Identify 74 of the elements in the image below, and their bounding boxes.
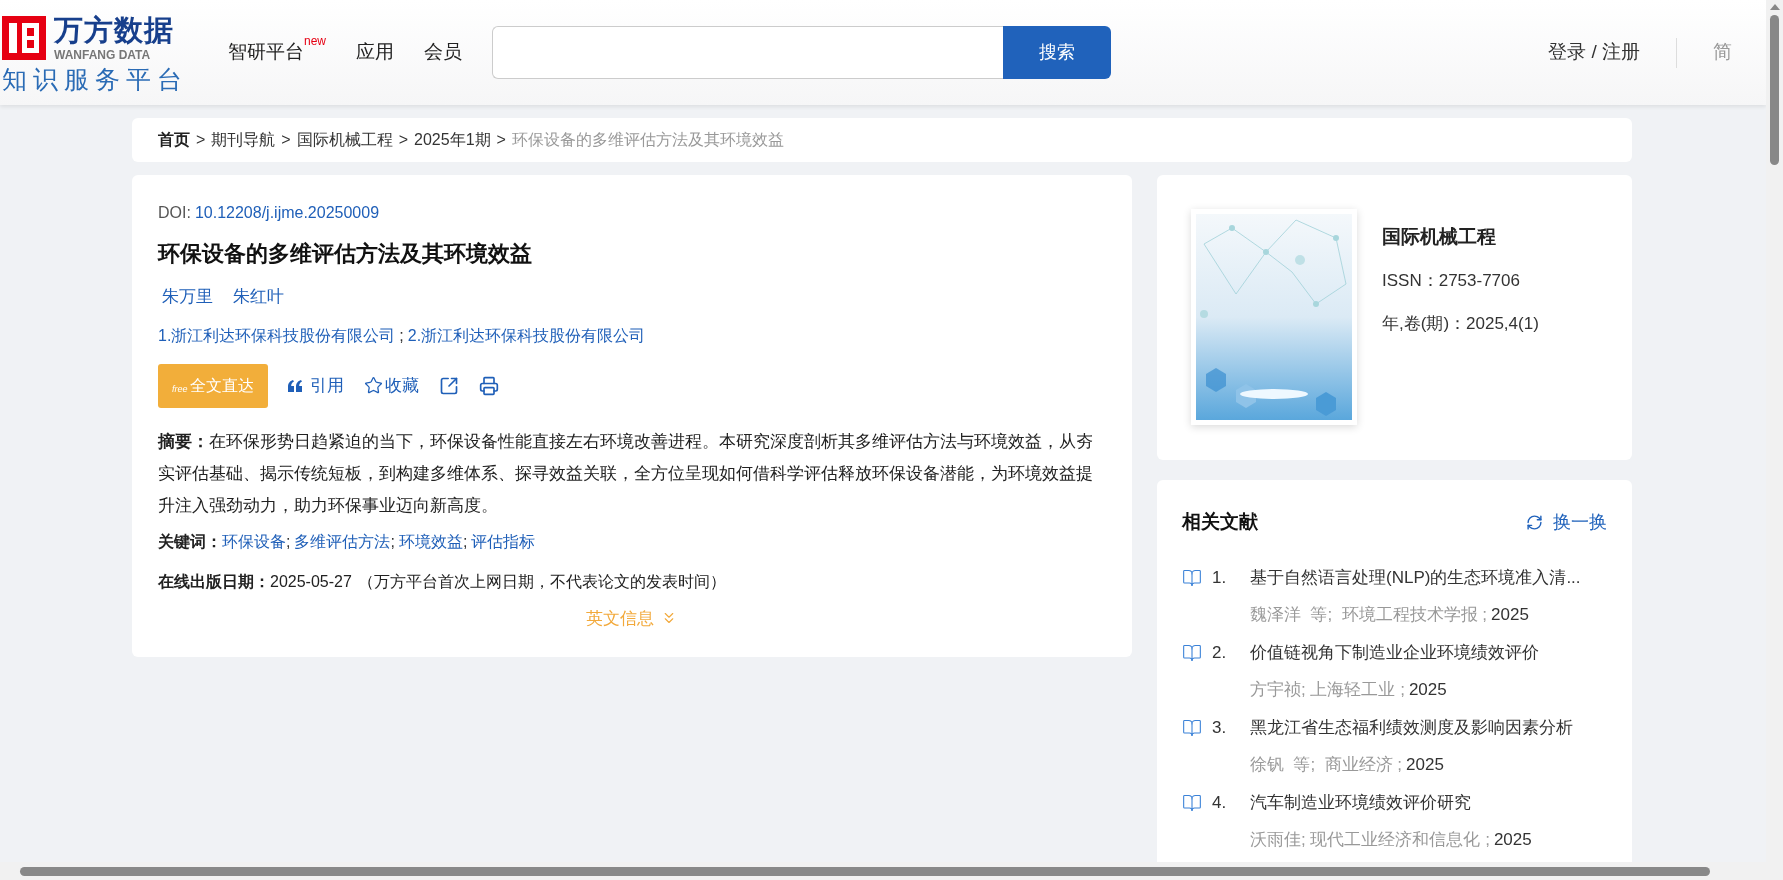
- keyword-link[interactable]: 环保设备: [222, 529, 286, 554]
- item-number: 3.: [1212, 716, 1228, 739]
- free-label: free: [172, 382, 188, 396]
- book-icon: [1182, 792, 1202, 813]
- date-note: （万方平台首次上网日期，不代表论文的发表时间）: [357, 571, 726, 592]
- related-meta: 魏泽洋 等; 环境工程技术学报 ;: [1250, 604, 1488, 627]
- date-label: 在线出版日期：: [158, 571, 270, 592]
- article-title: 环保设备的多维评估方法及其环境效益: [158, 240, 533, 268]
- doi-link[interactable]: 10.12208/j.ijme.20250009: [194, 201, 380, 225]
- search-button[interactable]: 搜索: [1003, 26, 1111, 79]
- vertical-scrollbar[interactable]: [1766, 0, 1783, 862]
- horizontal-scrollbar[interactable]: [0, 862, 1783, 880]
- login-link[interactable]: 登录 / 注册: [1548, 38, 1640, 67]
- doi-label: DOI:: [158, 203, 191, 223]
- quote-icon: [287, 379, 302, 392]
- journal-name[interactable]: 国际机械工程: [1382, 223, 1539, 252]
- related-year: 2025: [1491, 604, 1529, 627]
- breadcrumb-separator: >: [281, 130, 291, 150]
- star-icon: [363, 376, 383, 395]
- journal-issue: 年,卷(期)：2025,4(1): [1382, 313, 1539, 335]
- breadcrumb-separator: >: [196, 130, 206, 150]
- author-link[interactable]: 朱万里: [162, 284, 213, 310]
- keyword-link[interactable]: 环境效益: [398, 529, 463, 554]
- related-article-link[interactable]: 黑龙江省生态福利绩效测度及影响因素分析: [1250, 714, 1573, 741]
- refresh-button[interactable]: 换一换: [1526, 508, 1607, 536]
- platform-name: 知识服务平台: [2, 66, 188, 92]
- related-article-link[interactable]: 价值链视角下制造业企业环境绩效评价: [1250, 639, 1539, 666]
- related-article-link[interactable]: 基于自然语言处理(NLP)的生态环境准入清...: [1250, 564, 1581, 591]
- related-year: 2025: [1493, 829, 1532, 852]
- keywords-label: 关键词：: [158, 531, 222, 552]
- current-page-title: 环保设备的多维评估方法及其环境效益: [511, 130, 784, 150]
- search-field[interactable]: [492, 26, 1003, 79]
- publish-date: 2025-05-27: [270, 571, 352, 592]
- keyword-separator: ;: [462, 531, 468, 552]
- keyword-separator: ;: [286, 531, 291, 552]
- logo-icon: [2, 16, 46, 60]
- book-icon: [1182, 717, 1202, 738]
- affiliation-link[interactable]: 1.浙江利达环保科技股份有限公司: [158, 323, 396, 348]
- nav-link[interactable]: 应用: [356, 38, 394, 67]
- breadcrumb-link[interactable]: 首页: [158, 128, 190, 152]
- refresh-icon: [1526, 513, 1543, 531]
- abstract-text: 摘要：在环保形势日趋紧迫的当下，环保设备性能直接左右环境改善进程。本研究深度剖析其多维评估方法与环境效益，从夯实评估基础、揭示传统短板，到构建多维体系、探寻效益关联，全方位呈现如何借科学评估释放环保设备潜能，为环境效益提升注入强劲动力，助力环保事业迈向新高度。: [158, 430, 1094, 517]
- keyword-link[interactable]: 多维评估方法: [294, 529, 391, 554]
- nav-link[interactable]: 会员: [424, 38, 462, 67]
- breadcrumb-link[interactable]: 期刊导航: [211, 128, 276, 152]
- author-link[interactable]: 朱红叶: [233, 284, 284, 310]
- related-meta: 徐钒 等; 商业经济 ;: [1250, 754, 1403, 777]
- item-number: 4.: [1212, 791, 1228, 814]
- affiliation-link[interactable]: 2.浙江利达环保科技股份有限公司: [407, 323, 646, 348]
- brand-english: WANFANG DATA: [54, 48, 152, 61]
- print-button[interactable]: [478, 375, 499, 396]
- related-title: 相关文献: [1182, 510, 1258, 534]
- brand-name: 万方数据: [54, 15, 174, 45]
- book-icon: [1182, 642, 1202, 663]
- favorite-button[interactable]: 收藏: [363, 372, 419, 399]
- related-article-link[interactable]: 汽车制造业环境绩效评价研究: [1250, 789, 1471, 816]
- new-label: new: [304, 34, 326, 47]
- breadcrumb-link[interactable]: 2025年1期: [414, 128, 491, 152]
- item-number: 2.: [1212, 641, 1228, 664]
- item-number: 1.: [1212, 566, 1228, 589]
- journal-issn: ISSN：2753-7706: [1382, 269, 1521, 292]
- related-year: 2025: [1408, 679, 1447, 702]
- cite-button[interactable]: 引用: [287, 372, 344, 399]
- affiliation-separator: ;: [399, 325, 404, 346]
- related-meta: 方宇祯; 上海轻工业 ;: [1250, 679, 1405, 702]
- keyword-separator: ;: [390, 531, 395, 552]
- breadcrumb-link[interactable]: 国际机械工程: [296, 128, 393, 152]
- share-button[interactable]: [438, 375, 459, 396]
- breadcrumb-separator: >: [496, 130, 506, 150]
- related-meta: 沃雨佳; 现代工业经济和信息化 ;: [1250, 829, 1490, 852]
- book-icon: [1182, 567, 1202, 588]
- related-year: 2025: [1406, 754, 1444, 777]
- keyword-link[interactable]: 评估指标: [471, 529, 536, 554]
- breadcrumb-separator: >: [398, 130, 409, 150]
